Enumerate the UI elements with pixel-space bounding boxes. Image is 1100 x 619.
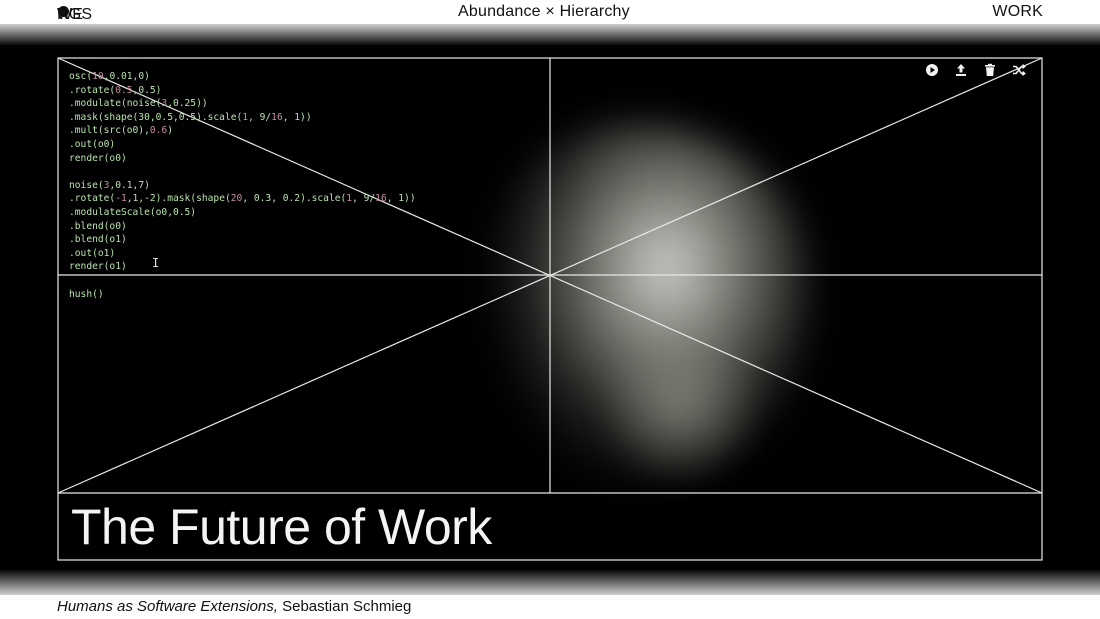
code-number: 0.5 <box>115 84 133 96</box>
code-line: osc(10,0.01,0) <box>69 70 416 84</box>
code-token: .modulate(noise( <box>69 98 162 110</box>
code-line: .mult(src(o0),0.6) <box>69 124 416 138</box>
code-token: hush() <box>69 288 104 300</box>
code-token: ) <box>167 125 173 137</box>
code-line: .modulateScale(o0,0.5) <box>69 206 416 220</box>
editor-toolbar <box>924 62 1027 78</box>
artwork-caption: Humans as Software Extensions, Sebastian… <box>57 598 411 615</box>
code-token: ,0.1,7) <box>109 179 150 191</box>
artwork-author: Sebastian Schmieg <box>277 598 412 615</box>
code-token: osc( <box>69 71 93 82</box>
code-token: .mask(shape(30,0.5,0.5).scale( <box>69 111 243 123</box>
code-number: 10 <box>92 71 104 82</box>
code-token: .blend(o1) <box>69 234 127 246</box>
code-line: hush() <box>69 288 416 302</box>
code-token: ,1,-2).mask(shape( <box>126 193 231 205</box>
code-number: 16 <box>271 111 283 123</box>
code-line: .blend(o0) <box>69 220 416 234</box>
code-token: , 9/ <box>352 193 376 205</box>
code-line: .out(o0) <box>69 138 416 152</box>
artwork-title: Humans as Software Extensions, <box>57 598 278 615</box>
code-token: .rotate( <box>69 84 116 96</box>
code-line: render(o0) <box>69 152 416 166</box>
code-token: .blend(o0) <box>69 220 127 232</box>
trash-icon[interactable] <box>982 62 998 78</box>
code-token: render(o0) <box>69 152 127 164</box>
code-token: .out(o1) <box>69 247 116 259</box>
top-bar: WE ARE ALL CYBRGS Abundance × Hierarchy … <box>0 0 1100 77</box>
code-line: render(o1) <box>69 260 416 274</box>
code-line: .rotate(0.5,0.5) <box>69 84 416 98</box>
code-token: .mult(src(o0), <box>69 125 150 137</box>
code-token: .out(o0) <box>69 138 116 150</box>
hydra-canvas[interactable]: osc(10,0.01,0) .rotate(0.5,0.5) .modulate(… <box>0 24 1100 595</box>
code-line: .out(o1) <box>69 247 416 261</box>
code-token: ,0.25)) <box>167 98 208 110</box>
code-line: .modulate(noise(3,0.25)) <box>69 97 416 111</box>
code-number: 0.6 <box>149 125 168 137</box>
code-token: noise( <box>69 179 104 191</box>
headline-title: The Future of Work <box>71 499 492 555</box>
code-line: .mask(shape(30,0.5,0.5).scale(1, 9/16, 1… <box>69 111 416 125</box>
nav-work-link[interactable]: WORK <box>992 3 1043 21</box>
play-icon[interactable] <box>924 62 940 78</box>
code-editor[interactable]: osc(10,0.01,0) .rotate(0.5,0.5) .modulate(… <box>69 70 416 301</box>
code-line: noise(3,0.1,7) <box>69 179 416 193</box>
code-token: , 1)) <box>386 193 416 205</box>
code-line: .blend(o1) <box>69 233 416 247</box>
code-token: ,0.01,0) <box>103 71 150 82</box>
code-number: 20 <box>230 193 243 205</box>
code-token: , 1)) <box>282 111 312 123</box>
code-token: ,0.5) <box>132 84 162 96</box>
code-token: .modulateScale(o0,0.5) <box>69 206 197 218</box>
code-token: , 0.3, 0.2).scale( <box>242 193 347 205</box>
code-number: 16 <box>375 193 387 205</box>
upload-icon[interactable] <box>953 62 969 78</box>
page-heading: Abundance × Hierarchy <box>458 3 630 20</box>
shuffle-icon[interactable] <box>1011 62 1027 78</box>
code-number: -1 <box>115 193 127 205</box>
text-cursor-icon: I <box>152 256 160 270</box>
code-token: , 9/ <box>248 111 272 123</box>
code-token: render(o1) <box>69 261 127 273</box>
code-line: .rotate(-1,1,-2).mask(shape(20, 0.3, 0.2… <box>69 192 416 206</box>
code-token: .rotate( <box>69 193 116 205</box>
